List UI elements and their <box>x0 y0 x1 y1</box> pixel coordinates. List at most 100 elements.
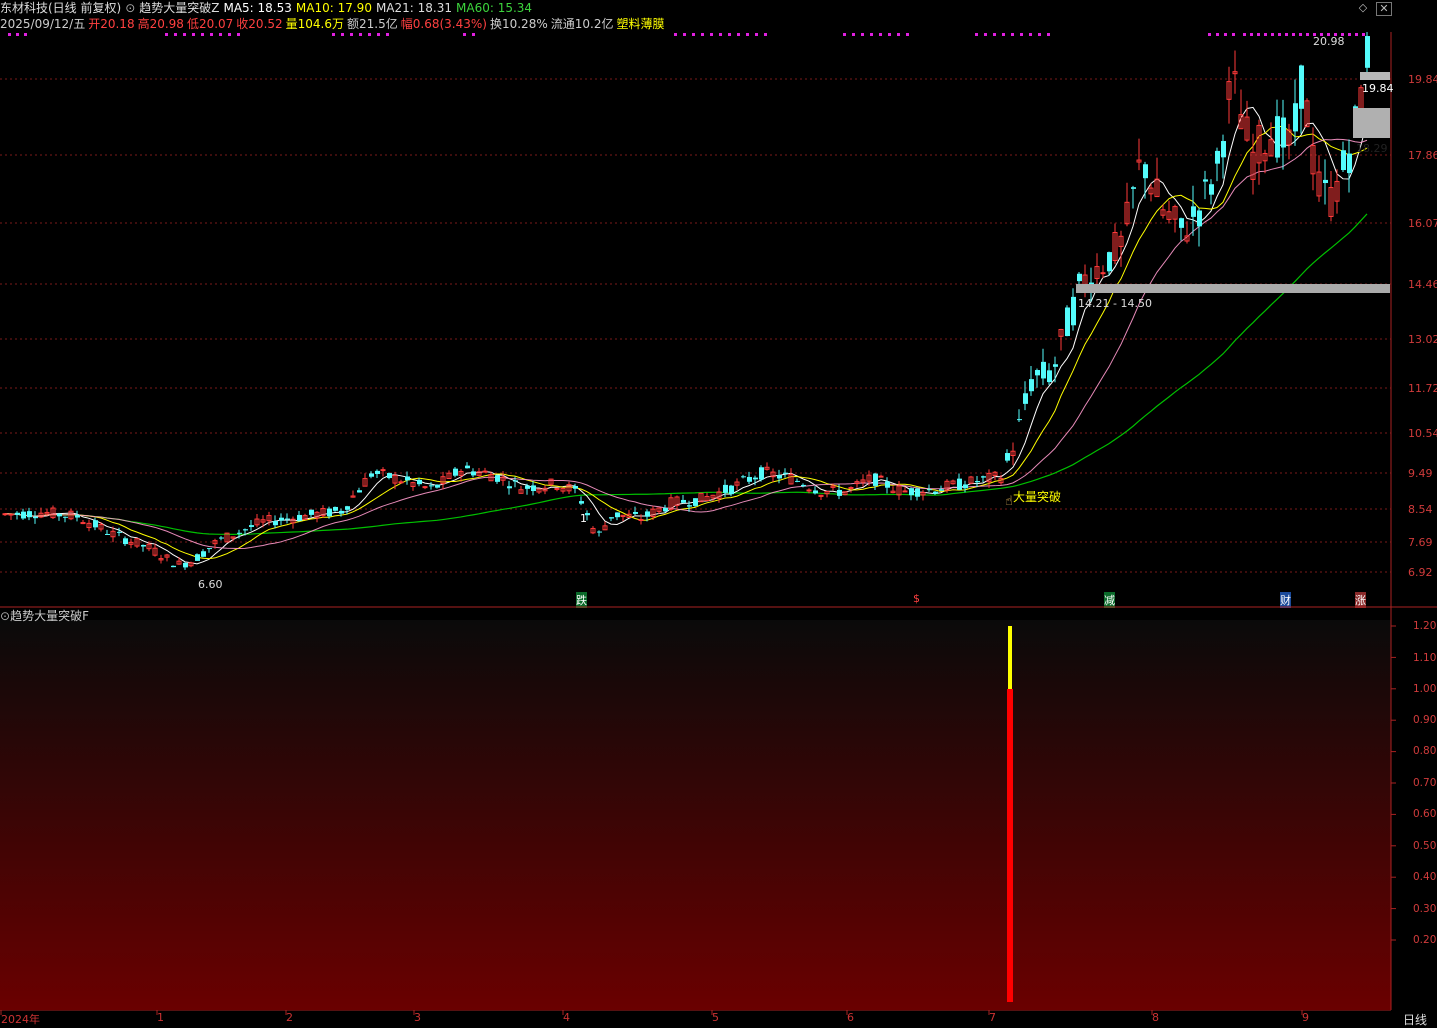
signal-dot <box>719 33 722 36</box>
candle-body <box>813 490 818 494</box>
candle-body <box>1071 296 1076 326</box>
candle-body <box>837 489 842 496</box>
date: 2025/09/12/五 <box>0 17 86 31</box>
zone-range-label: 14.21 - 14.50 <box>1078 297 1152 310</box>
restore-icon[interactable]: ◇ <box>1356 2 1370 14</box>
y-tick: 9.49 <box>1408 467 1433 480</box>
signal-dot <box>1348 33 1351 36</box>
signal-label[interactable]: 大量突破 <box>1013 488 1061 505</box>
signal-dot <box>192 33 195 36</box>
signal-dot <box>1355 33 1358 36</box>
candle-body <box>471 471 476 476</box>
y-tick: 0.70 <box>1413 777 1437 789</box>
x-label: 7 <box>989 1011 996 1024</box>
indicator-title[interactable]: ⊙趋势大量突破F <box>0 607 89 624</box>
candle-body <box>339 510 344 514</box>
signal-dot <box>1292 33 1295 36</box>
signal-dot <box>1029 33 1032 36</box>
signal-dot <box>710 33 713 36</box>
candle-body <box>345 506 350 510</box>
y-tick: 10.54 <box>1408 427 1437 440</box>
candle-body <box>465 465 470 469</box>
signal-dot <box>755 33 758 36</box>
candle-body <box>609 517 614 519</box>
candle-body <box>1041 361 1046 379</box>
box-label-lower: 18.29 <box>1356 142 1388 155</box>
candle-body <box>207 548 212 550</box>
period-selector[interactable]: 日线 <box>1403 1011 1427 1028</box>
event-tag-dollar[interactable]: $ <box>913 592 920 605</box>
indicator-menu-icon[interactable]: ⊙ <box>0 609 10 623</box>
signal-bar-yellow <box>1008 626 1012 689</box>
x-label: 2024年 <box>1 1013 40 1026</box>
candle-body <box>777 475 782 479</box>
candle-body <box>681 499 686 503</box>
indicator-name[interactable]: 趋势大量突破Z <box>139 1 219 15</box>
change: 幅0.68(3.43%) <box>400 17 487 31</box>
candle-body <box>33 516 38 519</box>
signal-dot <box>1243 33 1246 36</box>
y-tick: 14.46 <box>1408 278 1437 291</box>
candle-body <box>333 506 338 511</box>
candle-body <box>531 485 536 492</box>
signal-dot <box>341 33 344 36</box>
close-icon[interactable]: ✕ <box>1376 2 1392 16</box>
candle-body <box>933 491 938 494</box>
signal-dot <box>879 33 882 36</box>
candle-body <box>507 486 512 489</box>
stock-name[interactable]: 东材科技(日线 前复权) <box>0 1 121 15</box>
quote-info-bar: 2025/09/12/五 开20.18 高20.98 低20.07 收20.52 量104… <box>0 16 1437 32</box>
candlestick-chart[interactable] <box>0 32 1437 606</box>
signal-dot <box>975 33 978 36</box>
indicator-chart[interactable] <box>0 606 1437 1010</box>
candle-body <box>554 487 560 490</box>
y-tick: 0.50 <box>1413 840 1437 852</box>
candle-body <box>927 489 932 491</box>
y-tick: 7.69 <box>1408 536 1433 549</box>
candle-body <box>1107 252 1112 272</box>
signal-dot <box>1271 33 1274 36</box>
candle-body <box>398 481 404 484</box>
sector[interactable]: 塑料薄膜 <box>616 17 664 31</box>
candle-body <box>63 516 68 518</box>
signal-dot <box>1250 33 1253 36</box>
candle-body <box>237 532 242 534</box>
ma10-value: MA10: 17.90 <box>295 1 372 15</box>
signal-dot <box>861 33 864 36</box>
candle-body <box>243 529 248 531</box>
candle-body <box>75 515 80 518</box>
candle-body <box>375 470 380 474</box>
signal-bar-red <box>1007 689 1013 1002</box>
x-axis: 2024年 1 2 3 4 5 6 7 8 9 日线 <box>0 1010 1437 1027</box>
candle-body <box>273 520 278 526</box>
close-price: 收20.52 <box>236 17 283 31</box>
candle-body <box>1293 103 1298 132</box>
signal-dot <box>746 33 749 36</box>
candle-body <box>435 484 440 488</box>
signal-dot <box>350 33 353 36</box>
candle-body <box>638 519 644 522</box>
title-bar: 东材科技(日线 前复权) ⊙ 趋势大量突破Z MA5: 18.53 MA10: 17.9… <box>0 0 1437 16</box>
x-label: 3 <box>414 1011 421 1024</box>
price-box-upper <box>1360 72 1390 80</box>
marker-one: 1 <box>580 512 587 525</box>
signal-dot <box>174 33 177 36</box>
candle-body <box>195 554 200 561</box>
x-label: 6 <box>847 1011 854 1024</box>
candle-body <box>597 531 602 533</box>
x-label: 9 <box>1302 1011 1309 1024</box>
signal-dot <box>1020 33 1023 36</box>
candle-body <box>579 501 584 504</box>
candle-body <box>902 490 908 493</box>
candle-body <box>1131 187 1136 189</box>
ma10-line <box>4 125 1368 560</box>
indicator-dropdown-icon[interactable]: ⊙ <box>125 1 135 15</box>
candle-body <box>525 485 530 489</box>
y-tick: 11.72 <box>1408 382 1437 395</box>
indicator-title-text: 趋势大量突破F <box>10 609 89 623</box>
x-label: 1 <box>157 1011 164 1024</box>
candle-body <box>327 508 332 517</box>
signal-dot <box>1047 33 1050 36</box>
candle-body <box>645 511 650 517</box>
candle-body <box>963 484 968 489</box>
